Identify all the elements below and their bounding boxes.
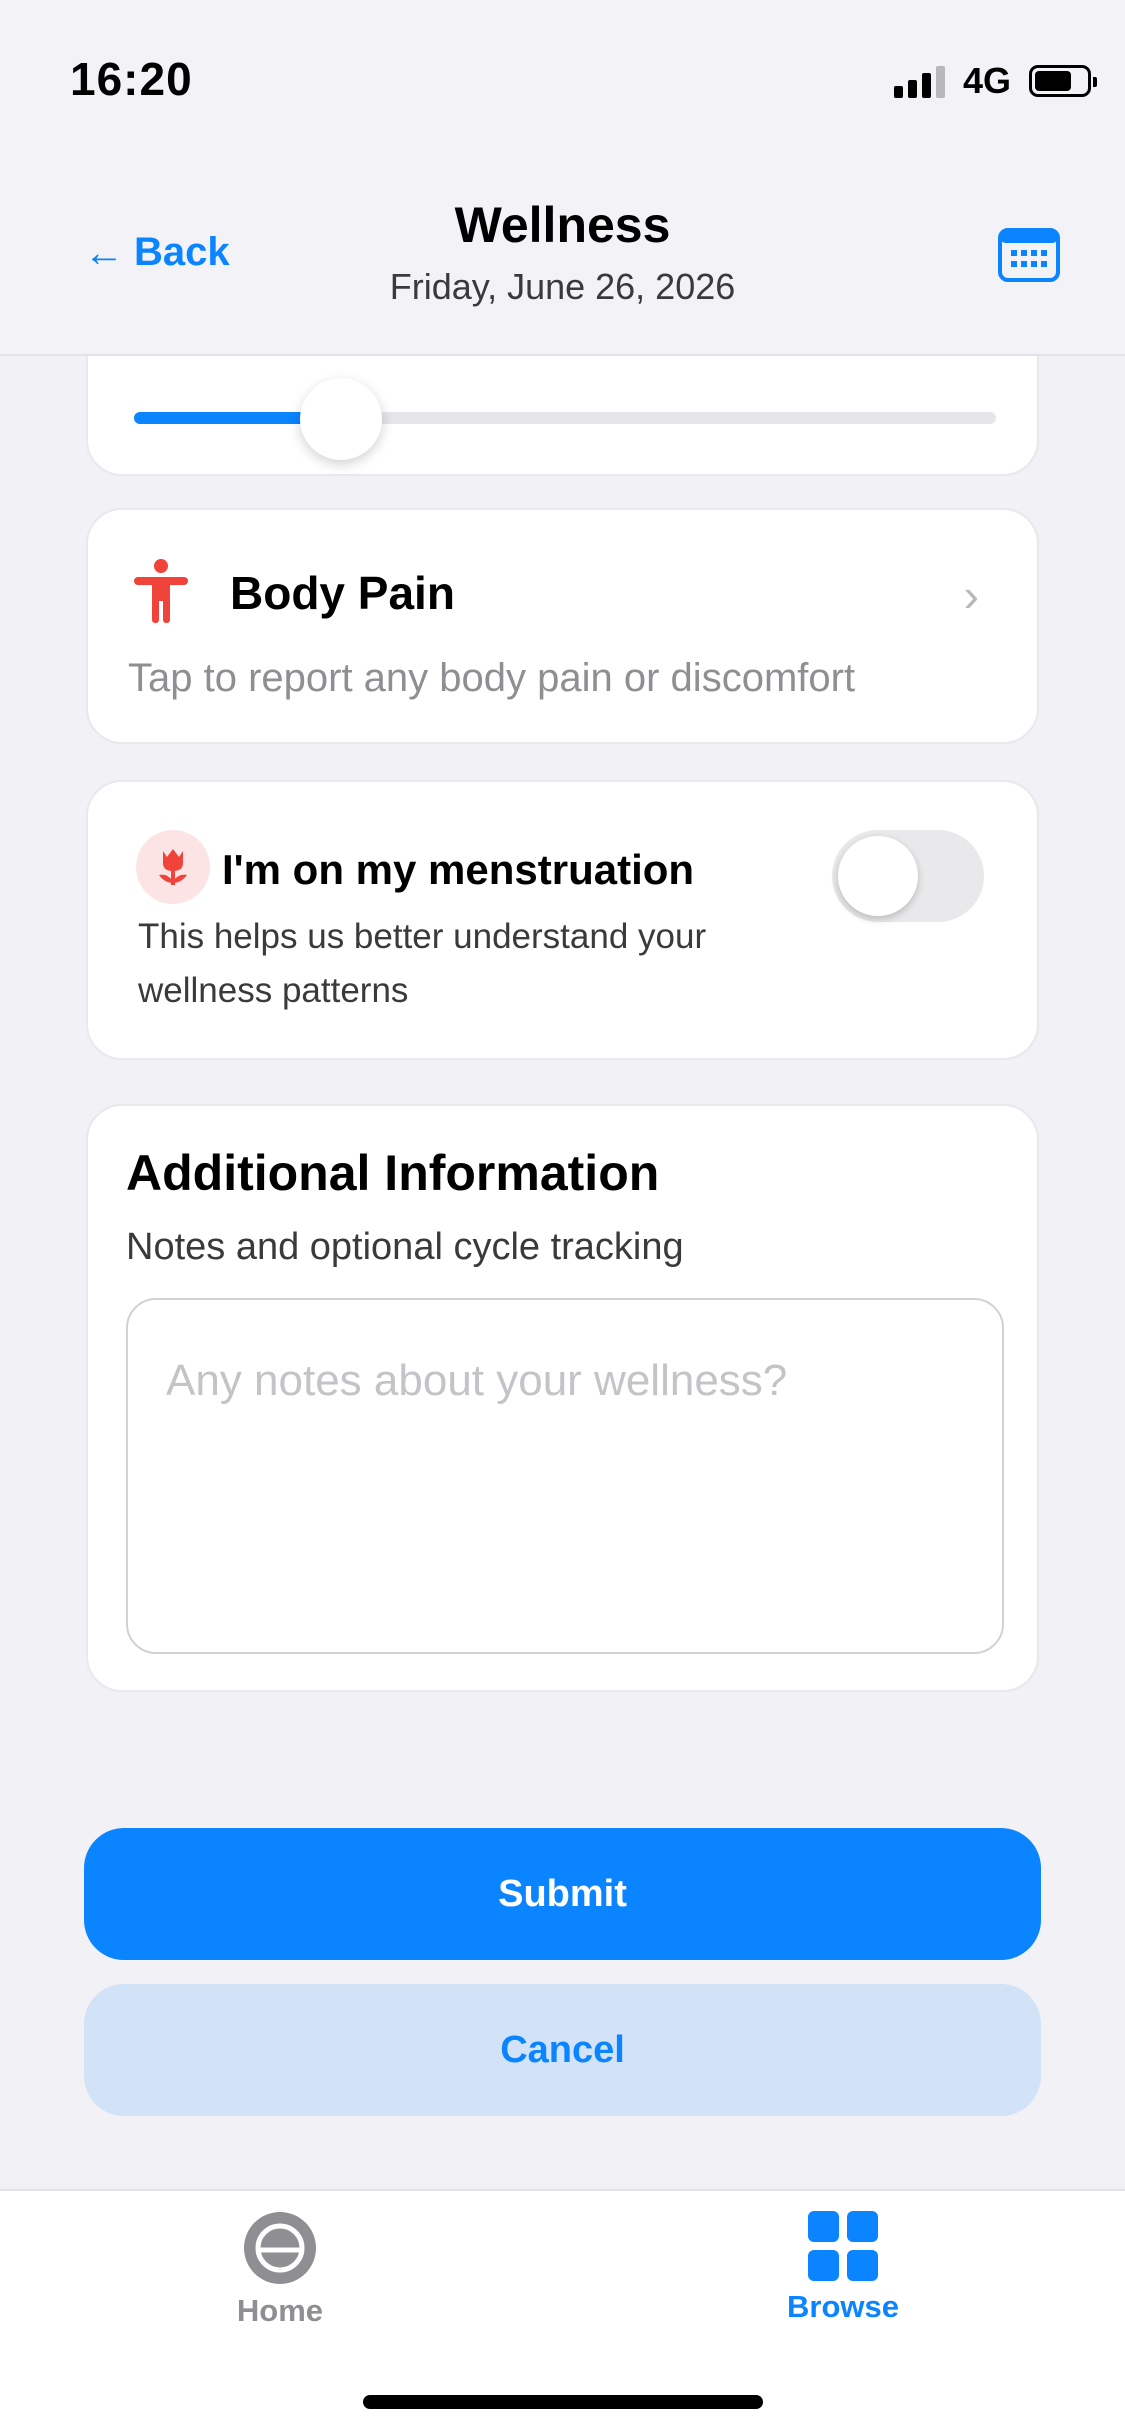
signal-icon xyxy=(893,64,945,98)
cancel-button[interactable]: Cancel xyxy=(84,1984,1041,2116)
status-indicators: 4G xyxy=(893,60,1097,102)
body-pain-subtitle: Tap to report any body pain or discomfor… xyxy=(128,656,856,700)
calendar-icon[interactable] xyxy=(998,226,1060,282)
battery-icon xyxy=(1029,65,1097,97)
grid-icon xyxy=(808,2211,878,2281)
additional-info-card: Additional Information Notes and optiona… xyxy=(86,1104,1039,1692)
slider-track[interactable] xyxy=(134,412,996,424)
menstruation-title: I'm on my menstruation xyxy=(222,846,695,893)
body-pain-title: Body Pain xyxy=(230,567,455,619)
scroll-content[interactable]: Body Pain › Tap to report any body pain … xyxy=(0,356,1125,2189)
menstruation-toggle[interactable] xyxy=(832,830,984,922)
status-time: 16:20 xyxy=(70,53,193,105)
menstruation-subtitle: This helps us better understand your wel… xyxy=(138,917,707,1010)
tab-home-label: Home xyxy=(236,2293,324,2328)
flower-icon xyxy=(136,830,210,904)
body-pain-card[interactable]: Body Pain › Tap to report any body pain … xyxy=(86,508,1039,744)
chevron-right-icon: › xyxy=(963,569,979,621)
network-type: 4G xyxy=(962,60,1011,101)
menstruation-card: I'm on my menstruation This helps us bet… xyxy=(86,780,1039,1060)
notes-textarea[interactable] xyxy=(126,1298,1004,1654)
status-bar: 16:20 4G xyxy=(0,0,1125,150)
additional-info-subtitle: Notes and optional cycle tracking xyxy=(126,1226,684,1268)
toggle-knob xyxy=(838,836,918,916)
slider-thumb[interactable] xyxy=(299,378,382,460)
nav-header: ← Back Wellness Friday, June 26, 2026 xyxy=(0,150,1125,356)
tab-home[interactable]: Home xyxy=(180,2211,380,2329)
slider-card xyxy=(86,356,1039,476)
page-title: Wellness xyxy=(454,197,671,253)
tab-browse-label: Browse xyxy=(787,2289,899,2324)
tab-browse[interactable]: Browse xyxy=(743,2211,943,2325)
page-date: Friday, June 26, 2026 xyxy=(389,266,736,307)
body-figure-icon xyxy=(134,559,188,623)
home-indicator xyxy=(363,2395,763,2409)
submit-button[interactable]: Submit xyxy=(84,1828,1041,1960)
home-circle-icon xyxy=(244,2212,316,2284)
additional-info-title: Additional Information xyxy=(126,1145,660,1201)
